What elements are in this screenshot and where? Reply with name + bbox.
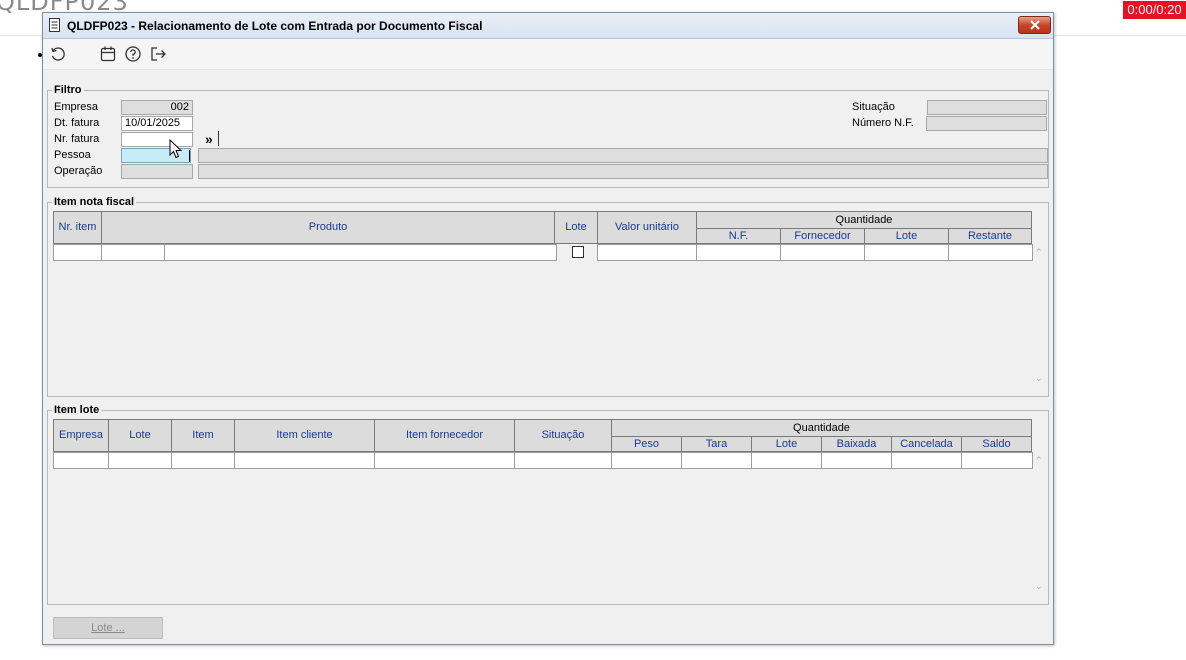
cell-cancelada[interactable]: [891, 452, 962, 469]
refresh-icon[interactable]: [49, 45, 67, 63]
col-baixada[interactable]: Baixada: [821, 436, 892, 452]
cell-item-cliente[interactable]: [234, 452, 375, 469]
col-lote-lote[interactable]: Lote: [108, 419, 172, 452]
item-nota-fiscal-legend: Item nota fiscal: [54, 196, 135, 208]
mouse-cursor-icon: [169, 139, 183, 159]
pessoa-name-field: [198, 148, 1048, 163]
col-restante[interactable]: Restante: [948, 228, 1032, 244]
col-valor-unitario[interactable]: Valor unitário: [597, 211, 697, 244]
cell-item-fornecedor[interactable]: [374, 452, 515, 469]
scroll-down-icon[interactable]: ⌄: [1035, 581, 1043, 592]
empresa-field[interactable]: 002: [121, 100, 193, 115]
text-cursor: [189, 150, 190, 162]
lote-button[interactable]: Lote ...: [53, 617, 163, 639]
dt-fatura-field[interactable]: 10/01/2025: [121, 116, 193, 131]
col-q-lote[interactable]: Lote: [864, 228, 949, 244]
empresa-label: Empresa: [54, 101, 99, 113]
col-saldo[interactable]: Saldo: [961, 436, 1032, 452]
lote-button-label: Lote ...: [91, 622, 125, 634]
help-icon[interactable]: [124, 45, 142, 63]
col-nf[interactable]: N.F.: [696, 228, 781, 244]
window-title: QLDFP023 - Relacionamento de Lote com En…: [67, 19, 483, 33]
timer-badge: 0:00/0:20: [1123, 1, 1186, 19]
document-icon: [49, 18, 60, 32]
cell-q-lote[interactable]: [864, 244, 949, 261]
situacao-label: Situação: [852, 101, 895, 113]
cell-nr-item[interactable]: [53, 244, 102, 261]
cell-saldo[interactable]: [961, 452, 1033, 469]
col-group-quantidade-lote: Quantidade: [611, 419, 1032, 437]
cell-nf[interactable]: [696, 244, 781, 261]
calendar-icon[interactable]: [99, 45, 117, 63]
col-item-fornecedor[interactable]: Item fornecedor: [374, 419, 515, 452]
cell-tara[interactable]: [681, 452, 752, 469]
situacao-field: [927, 100, 1047, 115]
cell-q-lote-lote[interactable]: [751, 452, 822, 469]
pessoa-label: Pessoa: [54, 149, 91, 161]
title-bar[interactable]: QLDFP023 - Relacionamento de Lote com En…: [43, 13, 1053, 39]
operacao-label: Operação: [54, 165, 103, 177]
col-item[interactable]: Item: [171, 419, 235, 452]
dt-fatura-label: Dt. fatura: [54, 117, 100, 129]
scroll-down-icon[interactable]: ⌄: [1035, 373, 1043, 384]
lookup-button[interactable]: »: [205, 131, 213, 147]
col-peso[interactable]: Peso: [611, 436, 682, 452]
col-nr-item[interactable]: Nr. item: [53, 211, 102, 244]
cell-peso[interactable]: [611, 452, 682, 469]
numero-nf-field: [926, 116, 1047, 131]
cell-situacao[interactable]: [514, 452, 612, 469]
close-button[interactable]: [1018, 16, 1051, 34]
filtro-legend: Filtro: [54, 84, 82, 96]
cell-lote-lote[interactable]: [108, 452, 172, 469]
col-lote[interactable]: Lote: [554, 211, 598, 244]
operacao-field[interactable]: [121, 164, 193, 179]
close-icon: [1030, 20, 1040, 30]
cell-lote: [558, 244, 598, 261]
col-tara[interactable]: Tara: [681, 436, 752, 452]
col-fornecedor[interactable]: Fornecedor: [780, 228, 865, 244]
col-group-quantidade: Quantidade: [696, 211, 1032, 229]
col-cancelada[interactable]: Cancelada: [891, 436, 962, 452]
col-situacao[interactable]: Situação: [514, 419, 612, 452]
dialog-window: QLDFP023 - Relacionamento de Lote com En…: [42, 12, 1054, 645]
cell-empresa[interactable]: [53, 452, 109, 469]
col-produto[interactable]: Produto: [101, 211, 555, 244]
exit-icon[interactable]: [149, 45, 167, 63]
operacao-desc-field: [198, 164, 1048, 179]
scroll-up-icon[interactable]: ⌃: [1035, 247, 1043, 258]
lookup-separator: [218, 131, 219, 146]
cell-valor-unitario[interactable]: [597, 244, 697, 261]
col-item-cliente[interactable]: Item cliente: [234, 419, 375, 452]
cell-produto-desc[interactable]: [164, 244, 557, 261]
toolbar: [43, 39, 1053, 70]
col-empresa[interactable]: Empresa: [53, 419, 109, 452]
cell-baixada[interactable]: [821, 452, 892, 469]
col-q-lote-lote[interactable]: Lote: [751, 436, 822, 452]
cell-fornecedor[interactable]: [780, 244, 865, 261]
lote-checkbox[interactable]: [572, 246, 584, 258]
cell-item[interactable]: [171, 452, 235, 469]
nr-fatura-label: Nr. fatura: [54, 133, 100, 145]
cell-restante[interactable]: [948, 244, 1033, 261]
scroll-up-icon[interactable]: ⌃: [1035, 455, 1043, 466]
numero-nf-label: Número N.F.: [852, 117, 914, 129]
item-lote-legend: Item lote: [54, 404, 100, 416]
cell-produto-code[interactable]: [101, 244, 165, 261]
